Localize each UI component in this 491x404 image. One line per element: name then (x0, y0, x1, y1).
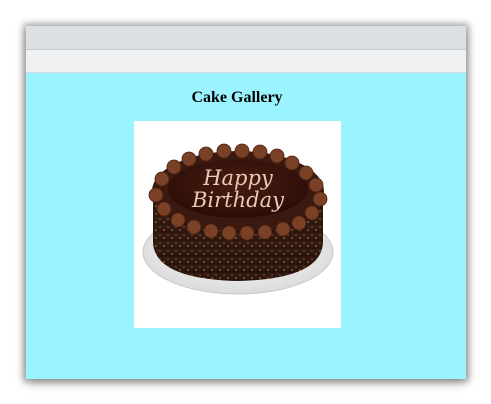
cake-inscription-line2: Birthday (191, 188, 285, 212)
browser-subbar (26, 50, 466, 73)
cake-image: Happy Birthday (134, 121, 341, 328)
browser-toolbar (26, 26, 466, 50)
browser-window: Cake Gallery Happy Birthday (26, 26, 466, 379)
page-title: Cake Gallery (191, 89, 283, 106)
page-content: Cake Gallery Happy Birthday (26, 73, 466, 379)
screenshot-stage: Cake Gallery Happy Birthday (0, 0, 491, 404)
cake-illustration: Happy Birthday (142, 143, 334, 295)
cake-inscription-line1: Happy (202, 166, 274, 190)
